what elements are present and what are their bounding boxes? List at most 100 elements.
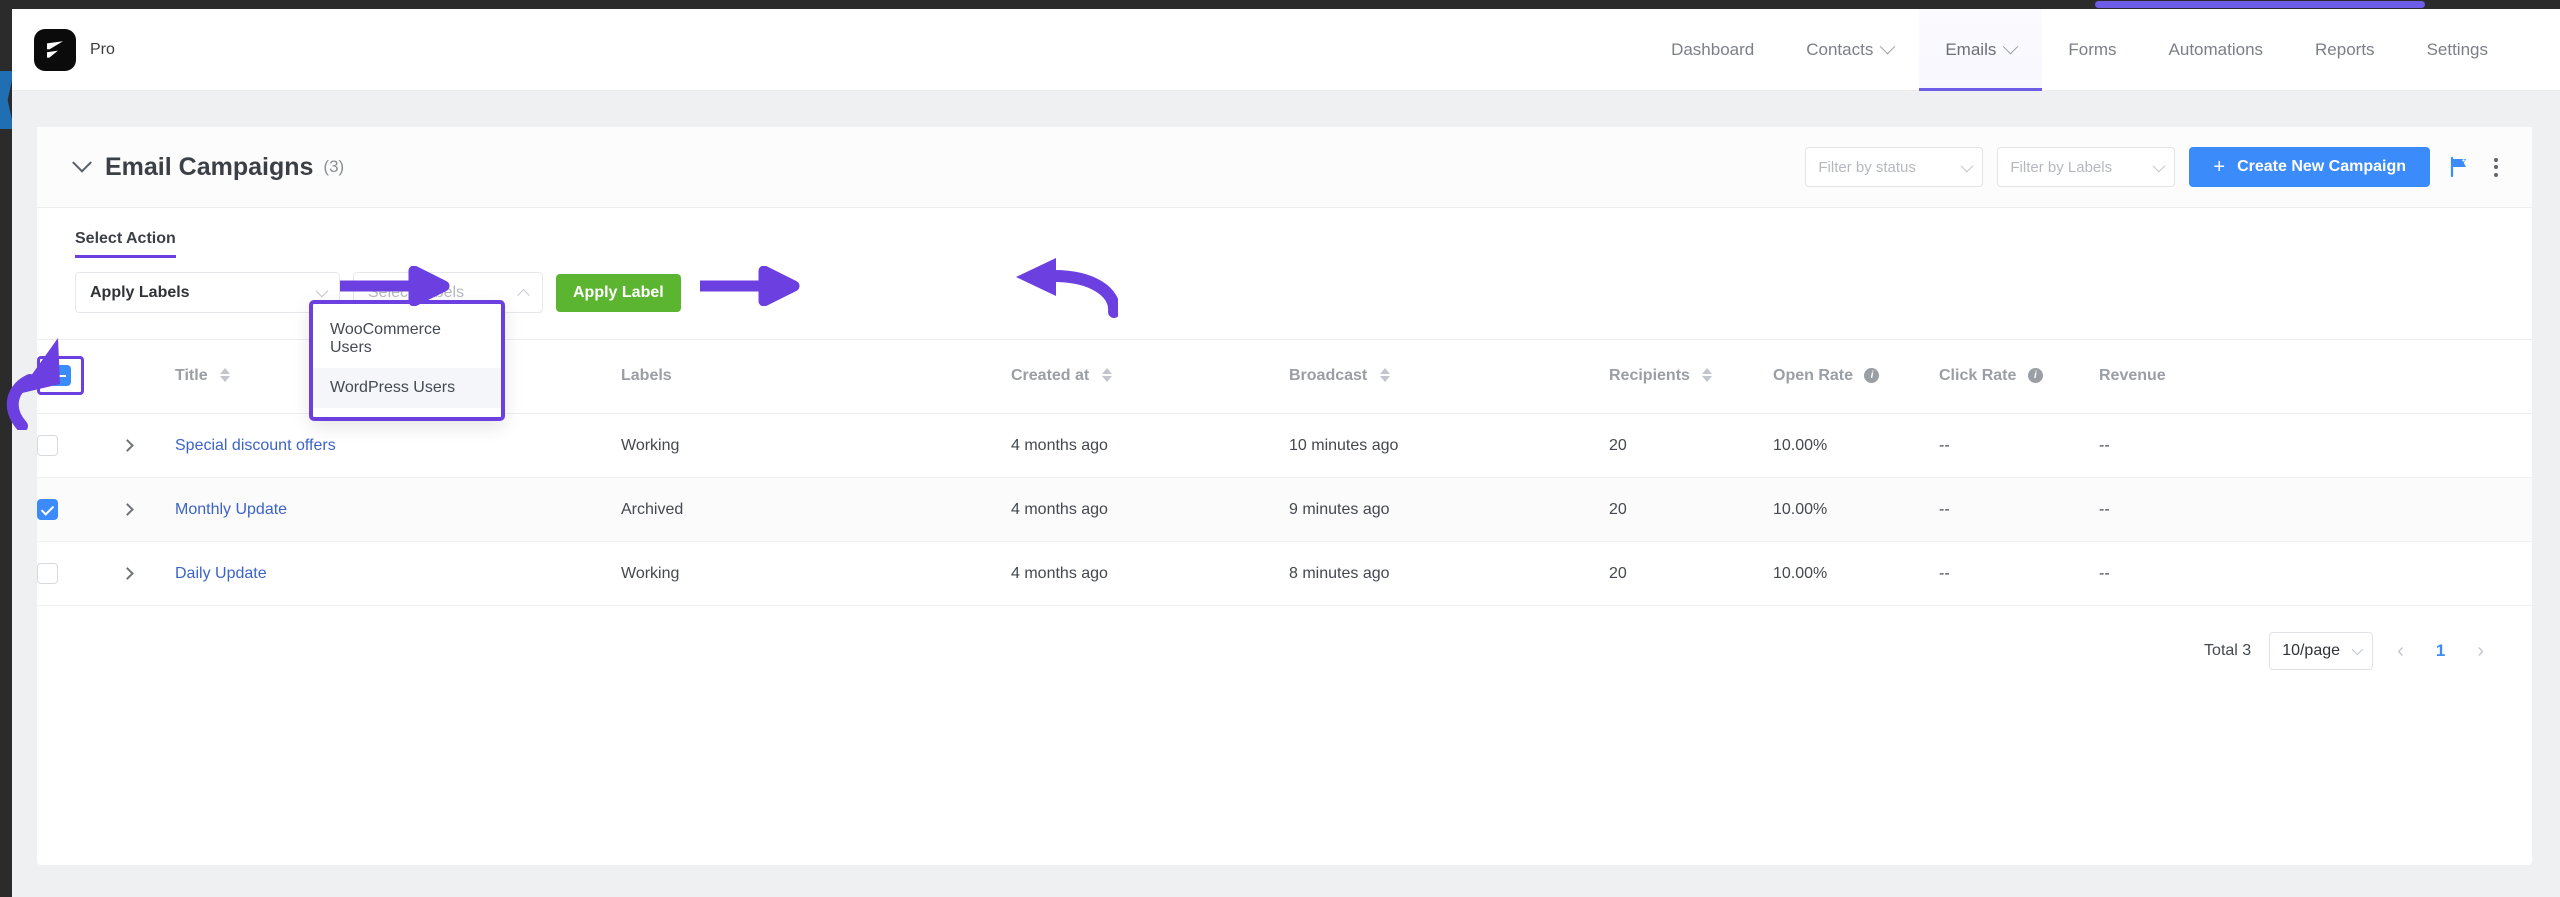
nav-label: Contacts [1806,39,1874,59]
card-header: Email Campaigns (3) Filter by status Fil… [37,127,2532,208]
cell-click-rate: -- [1939,477,2099,542]
select-all-header [37,339,123,414]
nav-item-contacts[interactable]: Contacts [1780,9,1919,91]
nav-label: Emails [1945,39,1997,59]
sort-icon[interactable] [220,368,231,383]
table-row[interactable]: Special discount offers Working 4 months… [37,413,2532,478]
column-label: Open Rate [1773,366,1854,384]
prev-page-button[interactable]: ‹ [2391,640,2410,663]
brand[interactable]: Pro [34,28,115,71]
email-campaigns-card: Email Campaigns (3) Filter by status Fil… [37,127,2532,865]
table-body: Special discount offers Working 4 months… [37,413,2532,606]
filter-by-labels-value: Filter by Labels [2010,158,2113,176]
column-header-revenue: Revenue [2099,339,2532,414]
cell-recipients: 20 [1609,413,1773,478]
total-count-label: Total 3 [2204,642,2252,659]
brand-edition-label: Pro [90,40,115,58]
nav-item-settings[interactable]: Settings [2401,9,2514,91]
cell-labels: Working [621,541,1011,606]
info-icon[interactable]: i [1864,367,1880,383]
left-rail [0,9,14,897]
cell-title: Monthly Update [175,477,621,542]
chevron-right-icon[interactable] [121,502,134,516]
next-page-button[interactable]: › [2471,640,2490,663]
main-nav: Dashboard Contacts Emails Forms Automati… [1645,8,2560,91]
fluent-logo-icon [34,28,76,71]
cell-recipients: 20 [1609,477,1773,542]
column-label: Created at [1011,366,1090,384]
sort-icon[interactable] [1101,368,1112,383]
cell-recipients: 20 [1609,541,1773,606]
chevron-down-icon [1960,159,1974,172]
table-row[interactable]: Monthly Update Archived 4 months ago 9 m… [37,477,2532,542]
apply-label-button[interactable]: Apply Label [556,273,681,312]
cell-created-at: 4 months ago [1011,413,1289,478]
chevron-right-icon[interactable] [121,566,134,580]
nav-item-reports[interactable]: Reports [2289,9,2401,91]
cell-revenue: -- [2099,413,2532,478]
cell-title: Special discount offers [175,413,621,478]
more-options-icon[interactable] [2494,157,2498,177]
page-number-1[interactable]: 1 [2428,641,2453,661]
sort-icon[interactable] [1379,368,1390,383]
nav-label: Settings [2426,39,2488,59]
column-header-created-at[interactable]: Created at [1011,339,1289,414]
pagination-bar: Total 3 10/page ‹ 1 › [37,606,2532,670]
filter-by-status-select[interactable]: Filter by status [1805,147,1984,187]
nav-item-dashboard[interactable]: Dashboard [1645,9,1780,91]
labels-option-woocommerce-users[interactable]: WooCommerce Users [313,310,501,368]
cell-labels: Archived [621,477,1011,542]
plus-icon: + [2213,155,2226,178]
page-size-value: 10/page [2282,642,2341,659]
nav-label: Dashboard [1671,39,1755,59]
collapse-chevron-icon[interactable] [72,152,92,173]
flag-icon[interactable] [2448,155,2472,179]
nav-item-forms[interactable]: Forms [2042,9,2142,91]
row-checkbox[interactable] [37,435,58,456]
column-label: Title [175,366,208,384]
column-header-click-rate: Click Rate i [1939,339,2099,414]
column-header-recipients[interactable]: Recipients [1609,339,1773,414]
cell-click-rate: -- [1939,413,2099,478]
row-select-cell [37,477,123,542]
chevron-right-icon[interactable] [121,438,134,452]
column-label: Recipients [1609,366,1690,384]
row-expand-cell [121,477,175,542]
nav-label: Automations [2168,39,2264,59]
filter-by-labels-select[interactable]: Filter by Labels [1997,147,2176,187]
select-all-highlight [37,356,84,395]
campaign-title-link[interactable]: Monthly Update [175,501,287,518]
nav-item-automations[interactable]: Automations [2143,9,2290,91]
create-new-campaign-button[interactable]: + Create New Campaign [2189,147,2430,187]
campaign-title-link[interactable]: Daily Update [175,565,267,582]
create-new-campaign-label: Create New Campaign [2237,158,2406,175]
page-size-select[interactable]: 10/page [2269,632,2374,670]
row-expand-cell [121,541,175,606]
column-header-open-rate: Open Rate i [1773,339,1939,414]
column-label: Broadcast [1289,366,1368,384]
sort-icon[interactable] [1702,368,1713,383]
nav-item-emails[interactable]: Emails [1919,8,2043,91]
row-checkbox[interactable] [37,499,58,520]
column-label: Click Rate [1939,366,2017,384]
cell-revenue: -- [2099,477,2532,542]
cell-broadcast: 8 minutes ago [1289,541,1609,606]
column-label: Labels [621,366,672,384]
labels-option-wordpress-users[interactable]: WordPress Users [313,368,501,408]
column-header-broadcast[interactable]: Broadcast [1289,339,1609,414]
header-tools: Filter by status Filter by Labels + Crea… [1805,147,2502,187]
cell-click-rate: -- [1939,541,2099,606]
select-labels-value: Select Labels [368,283,465,301]
page-body: Email Campaigns (3) Filter by status Fil… [12,91,2560,897]
select-all-checkbox[interactable] [50,365,71,386]
table-row[interactable]: Daily Update Working 4 months ago 8 minu… [37,541,2532,606]
chevron-down-icon [315,284,329,298]
bulk-action-bar: Select Action Apply Labels Select Labels… [37,208,2532,421]
select-action-label: Select Action [75,230,176,258]
select-action-dropdown[interactable]: Apply Labels [75,272,340,313]
campaign-title-link[interactable]: Special discount offers [175,437,336,454]
row-expand-cell [121,413,175,478]
info-icon[interactable]: i [2027,367,2043,383]
row-checkbox[interactable] [37,563,58,584]
top-scrollbar-thumb[interactable] [2095,1,2425,8]
